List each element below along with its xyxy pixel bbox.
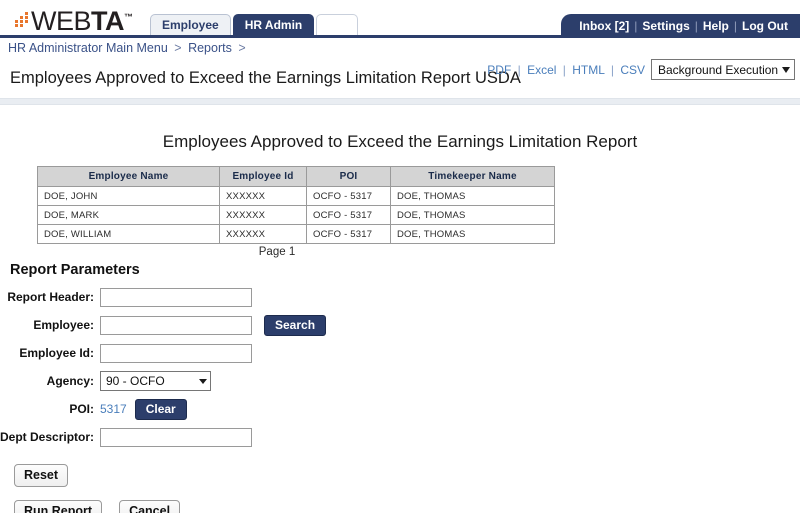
column-header-employee-id: Employee Id (219, 166, 307, 187)
search-button[interactable]: Search (264, 314, 327, 336)
field-row-employee-id: Employee Id: (0, 340, 800, 366)
logo-web-text: WEB (31, 6, 92, 36)
page-title-row: Employees Approved to Exceed the Earning… (0, 59, 800, 98)
reset-button[interactable]: Reset (14, 464, 69, 487)
breadcrumb: HR Administrator Main Menu > Reports > (0, 38, 800, 60)
cell-employee-id: XXXXXX (219, 186, 307, 206)
submit-row: Run Report Cancel (14, 500, 800, 513)
report-title: Employees Approved to Exceed the Earning… (162, 132, 638, 151)
export-separator-1: | (517, 63, 521, 77)
cell-timekeeper-name: DOE, THOMAS (390, 186, 555, 206)
field-row-poi: POI: 5317 Clear (0, 396, 800, 422)
top-bar: WEBTA™ Employee HR Admin Inbox [2] | Set… (0, 0, 800, 38)
breadcrumb-item-reports[interactable]: Reports (188, 41, 232, 55)
export-separator-3: | (610, 63, 614, 77)
logo-trademark: ™ (124, 12, 133, 22)
chevron-down-icon (199, 378, 207, 384)
cell-employee-name: DOE, MARK (37, 205, 220, 225)
page-number-label: Page 1 (258, 246, 296, 258)
dept-descriptor-input[interactable] (100, 427, 252, 447)
logo-wordmark: WEBTA™ (31, 4, 133, 36)
utility-nav: Inbox [2] | Settings | Help | Log Out (561, 14, 800, 38)
label-agency: Agency: (46, 374, 94, 388)
background-execution-label: Background Execution (658, 62, 779, 77)
chevron-down-icon (782, 66, 790, 73)
cell-employee-name: DOE, JOHN (37, 186, 220, 206)
export-excel-link[interactable]: Excel (527, 63, 556, 77)
label-employee-id: Employee Id: (19, 346, 94, 360)
cell-employee-id: XXXXXX (219, 224, 307, 244)
background-execution-dropdown[interactable]: Background Execution (651, 59, 795, 80)
cell-poi: OCFO - 5317 (306, 205, 391, 225)
breadcrumb-separator-1: > (174, 41, 182, 55)
employee-id-input[interactable] (100, 343, 252, 363)
tab-employee[interactable]: Employee (150, 14, 231, 35)
logo-dots-icon (14, 12, 30, 34)
cell-timekeeper-name: DOE, THOMAS (390, 224, 555, 244)
label-dept-descriptor: Dept Descriptor: (0, 430, 95, 444)
column-header-timekeeper-name: Timekeeper Name (390, 166, 555, 187)
field-row-employee: Employee: Search (0, 312, 800, 338)
agency-selected-value: 90 - OCFO (106, 374, 165, 388)
column-header-employee-name: Employee Name (37, 166, 220, 187)
export-csv-link[interactable]: CSV (620, 63, 645, 77)
table-row: DOE, MARK XXXXXX OCFO - 5317 DOE, THOMAS (37, 205, 555, 225)
export-pdf-link[interactable]: PDF (487, 63, 511, 77)
action-buttons: Reset Run Report Cancel (14, 464, 800, 513)
export-html-link[interactable]: HTML (572, 63, 604, 77)
cell-timekeeper-name: DOE, THOMAS (390, 205, 555, 225)
export-separator-2: | (562, 63, 566, 77)
agency-dropdown[interactable]: 90 - OCFO (100, 371, 211, 391)
field-row-agency: Agency: 90 - OCFO (0, 368, 800, 394)
nav-separator-3: | (733, 19, 738, 33)
label-poi: POI: (69, 402, 94, 416)
cell-employee-id: XXXXXX (219, 205, 307, 225)
field-row-dept-descriptor: Dept Descriptor: (0, 424, 800, 450)
nav-separator-2: | (694, 19, 698, 33)
run-report-button[interactable]: Run Report (14, 500, 103, 513)
column-header-poi: POI (306, 166, 391, 187)
tab-hr-admin[interactable]: HR Admin (232, 14, 315, 35)
cell-poi: OCFO - 5317 (306, 224, 391, 244)
breadcrumb-separator-2: > (238, 41, 246, 55)
table-header-row: Employee Name Employee Id POI Timekeeper… (37, 166, 555, 187)
table-row: DOE, JOHN XXXXXX OCFO - 5317 DOE, THOMAS (37, 186, 555, 206)
report-parameters-heading: Report Parameters (10, 262, 140, 278)
inbox-link[interactable]: Inbox [2] (579, 19, 629, 33)
cancel-button[interactable]: Cancel (119, 500, 181, 513)
label-employee: Employee: (33, 318, 94, 332)
poi-value: 5317 (100, 402, 127, 416)
webta-logo: WEBTA™ (14, 4, 133, 36)
label-report-header: Report Header: (7, 290, 94, 304)
employee-input[interactable] (100, 315, 252, 335)
page-title: Employees Approved to Exceed the Earning… (10, 69, 521, 87)
main-tabs: Employee HR Admin (150, 13, 360, 35)
report-header-input[interactable] (100, 287, 252, 307)
report-parameters-form: Report Header: Employee: Search Employee… (0, 284, 800, 450)
report-table: Employee Name Employee Id POI Timekeeper… (37, 166, 555, 244)
help-link[interactable]: Help (703, 19, 729, 33)
clear-poi-button[interactable]: Clear (134, 398, 187, 420)
reset-row: Reset (14, 464, 800, 487)
field-row-report-header: Report Header: (0, 284, 800, 310)
tab-placeholder (316, 14, 359, 35)
section-divider (0, 98, 800, 105)
cell-poi: OCFO - 5317 (306, 186, 391, 206)
breadcrumb-item-main-menu[interactable]: HR Administrator Main Menu (8, 41, 168, 55)
logo-ta-text: TA (91, 6, 125, 36)
logout-link[interactable]: Log Out (742, 19, 788, 33)
cell-employee-name: DOE, WILLIAM (37, 224, 220, 244)
export-links: PDF | Excel | HTML | CSV (487, 63, 645, 77)
nav-separator-1: | (634, 19, 638, 33)
settings-link[interactable]: Settings (642, 19, 689, 33)
table-row: DOE, WILLIAM XXXXXX OCFO - 5317 DOE, THO… (37, 224, 555, 244)
